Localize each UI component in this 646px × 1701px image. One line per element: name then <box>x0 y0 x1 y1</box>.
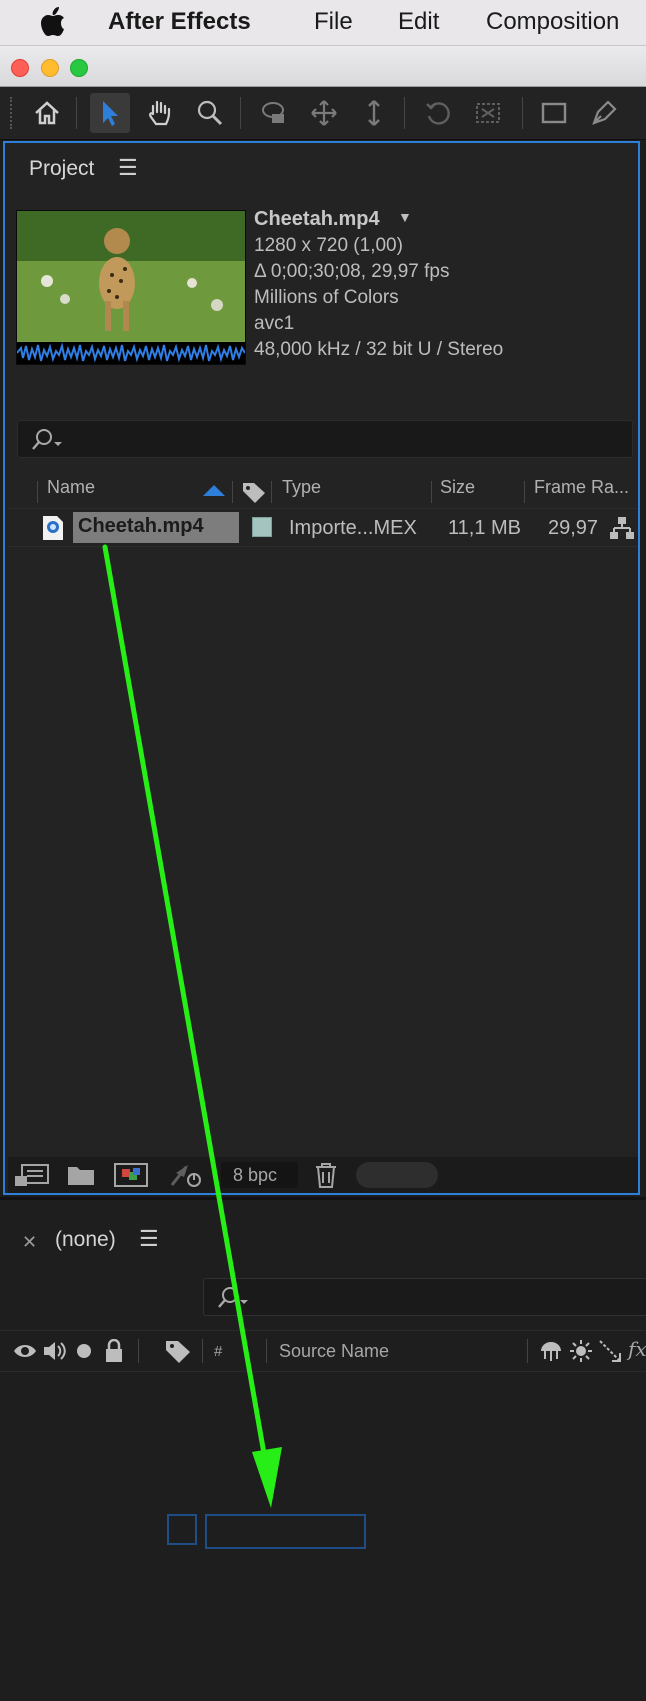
cheetah-preview-image <box>17 211 245 341</box>
timeline-search-input[interactable] <box>203 1278 646 1316</box>
quality-icon[interactable] <box>598 1339 622 1363</box>
interpret-footage-icon[interactable] <box>14 1162 50 1188</box>
audio-speaker-icon[interactable] <box>42 1339 68 1363</box>
dolly-icon[interactable] <box>354 93 394 133</box>
drop-target-layer <box>205 1514 366 1549</box>
footage-duration: Δ 0;00;30;08, 29,97 fps <box>254 261 450 282</box>
cache-indicator <box>356 1162 438 1188</box>
quicktime-file-icon <box>43 516 63 540</box>
column-separator <box>266 1339 267 1363</box>
timeline-title[interactable]: (none) <box>55 1228 116 1252</box>
column-separator <box>202 1339 203 1363</box>
timeline-menu-icon[interactable]: ☰ <box>139 1226 159 1252</box>
close-window-button[interactable] <box>11 59 29 77</box>
flowchart-icon[interactable] <box>609 516 635 540</box>
column-header-name[interactable]: Name <box>47 477 95 498</box>
effects-fx-icon[interactable]: fx <box>628 1337 646 1361</box>
toolbar-separator <box>404 97 405 129</box>
rotate-ccw-icon[interactable] <box>418 93 458 133</box>
project-panel: Project ☰ Cheetah.mp4 ▼ 1280 x 720 (1,00… <box>3 141 640 1195</box>
eye-icon[interactable] <box>12 1341 38 1361</box>
footage-audio: 48,000 kHz / 32 bit U / Stereo <box>254 339 504 360</box>
column-header-number[interactable]: # <box>214 1343 222 1360</box>
trash-icon[interactable] <box>313 1161 339 1189</box>
apple-logo-icon[interactable] <box>40 0 66 45</box>
column-header-size[interactable]: Size <box>440 477 475 498</box>
column-separator <box>232 481 233 503</box>
column-header-source-name[interactable]: Source Name <box>279 1341 389 1362</box>
project-search-input[interactable] <box>17 420 633 458</box>
zoom-window-button[interactable] <box>70 59 88 77</box>
zoom-icon[interactable] <box>190 93 230 133</box>
sort-ascending-icon[interactable] <box>201 483 227 497</box>
window-title-bar <box>0 46 646 87</box>
label-tag-icon[interactable] <box>164 1338 192 1364</box>
footage-dimensions: 1280 x 720 (1,00) <box>254 235 403 256</box>
column-separator <box>524 481 525 503</box>
panel-menu-icon[interactable]: ☰ <box>118 155 138 181</box>
footage-colors: Millions of Colors <box>254 287 399 308</box>
menu-bar: After Effects File Edit Composition <box>0 0 646 46</box>
drop-target-small <box>167 1514 197 1545</box>
column-separator <box>138 1339 139 1363</box>
column-separator <box>37 481 38 503</box>
toolbar-separator <box>522 97 523 129</box>
toolbar-separator <box>76 97 77 129</box>
footage-name: Cheetah.mp4 <box>254 208 380 230</box>
item-size: 11,1 MB <box>448 517 521 539</box>
item-name[interactable]: Cheetah.mp4 <box>78 515 204 538</box>
column-separator <box>271 481 272 503</box>
item-label-color-swatch[interactable] <box>252 517 272 537</box>
panel-title[interactable]: Project <box>29 157 94 181</box>
tools-toolbar <box>0 87 646 140</box>
home-icon[interactable] <box>27 93 67 133</box>
rotation-icon[interactable] <box>254 93 294 133</box>
project-bottom-bar: 8 bpc <box>8 1157 638 1193</box>
bit-depth-button[interactable]: 8 bpc <box>221 1162 298 1188</box>
menu-composition[interactable]: Composition <box>486 0 619 45</box>
column-header-frame-rate[interactable]: Frame Ra... <box>534 477 629 498</box>
toolbar-separator <box>240 97 241 129</box>
timeline-layer-header: # Source Name fx <box>0 1330 646 1372</box>
item-type: Importe...MEX <box>289 517 417 539</box>
search-icon <box>32 429 62 450</box>
item-frame-rate: 29,97 <box>548 517 599 539</box>
solo-icon[interactable] <box>76 1343 92 1359</box>
selection-arrow-icon[interactable] <box>90 93 130 133</box>
footage-codec: avc1 <box>254 313 295 334</box>
label-tag-icon[interactable] <box>241 480 267 504</box>
timeline-panel: ✕ (none) ☰ # Source Name fx <box>0 1197 646 1701</box>
column-header-type[interactable]: Type <box>282 477 321 498</box>
column-separator <box>527 1339 528 1363</box>
menu-edit[interactable]: Edit <box>398 0 439 45</box>
project-settings-icon[interactable] <box>168 1161 204 1189</box>
shy-layer-icon[interactable] <box>538 1339 564 1363</box>
pan-behind-icon[interactable] <box>468 93 508 133</box>
collapse-transform-icon[interactable] <box>569 1339 593 1363</box>
footage-dropdown-icon[interactable]: ▼ <box>398 209 412 225</box>
move-icon[interactable] <box>304 93 344 133</box>
app-name-menu[interactable]: After Effects <box>108 0 251 45</box>
footage-thumbnail <box>16 210 246 365</box>
rectangle-icon[interactable] <box>534 93 574 133</box>
menu-file[interactable]: File <box>314 0 353 45</box>
new-composition-icon[interactable] <box>113 1161 149 1189</box>
minimize-window-button[interactable] <box>41 59 59 77</box>
pen-icon[interactable] <box>584 93 624 133</box>
search-icon <box>218 1287 248 1308</box>
lock-icon[interactable] <box>104 1339 124 1363</box>
hand-icon[interactable] <box>140 93 180 133</box>
close-panel-icon[interactable]: ✕ <box>22 1232 37 1253</box>
project-item-row[interactable]: Cheetah.mp4 Importe...MEX 11,1 MB 29,97 <box>8 508 638 547</box>
toolbar-grip[interactable] <box>10 97 16 129</box>
new-folder-icon[interactable] <box>66 1162 96 1188</box>
column-separator <box>431 481 432 503</box>
audio-waveform <box>17 342 245 364</box>
